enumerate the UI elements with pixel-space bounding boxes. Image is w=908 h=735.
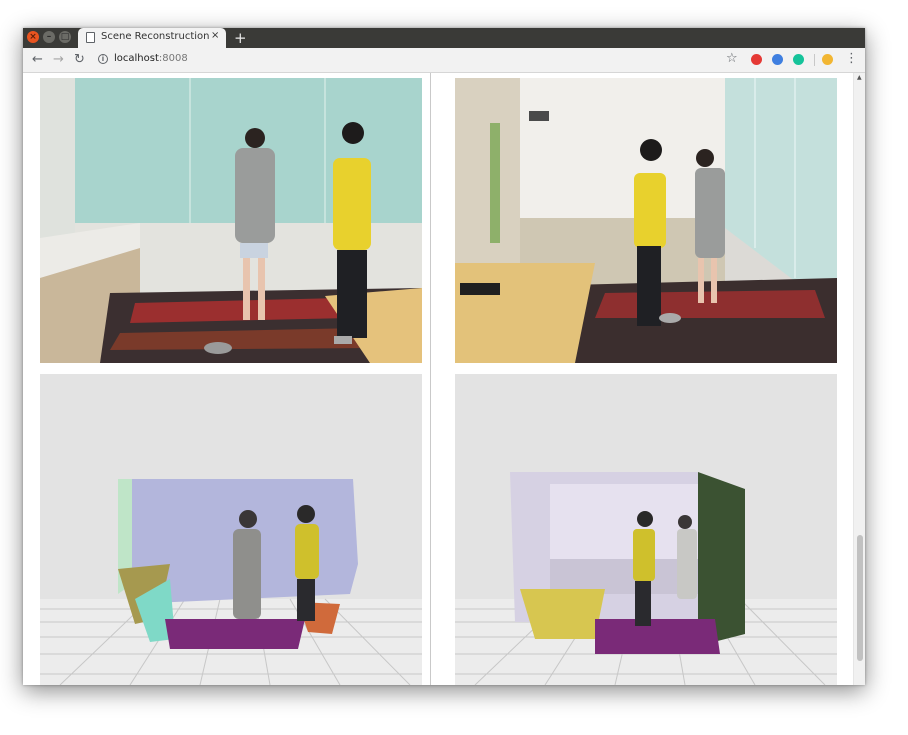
adblock-icon[interactable]	[751, 54, 762, 65]
url-host: localhost	[114, 53, 159, 64]
reconstruction-3d-left	[40, 374, 422, 685]
close-icon: ×	[29, 32, 37, 42]
browser-window: × – □ Scene Reconstruction fro × + ← → ↻…	[23, 28, 865, 685]
title-bar: × – □ Scene Reconstruction fro × +	[23, 28, 865, 48]
reconstruction-3d-left-graphic	[40, 374, 422, 685]
bookmark-star-icon[interactable]: ☆	[726, 51, 738, 66]
window-minimize-button[interactable]: –	[43, 31, 55, 43]
photo-room-right	[455, 78, 837, 363]
reconstruction-3d-right-graphic	[455, 374, 837, 685]
back-button[interactable]: ←	[32, 51, 43, 68]
grammarly-icon[interactable]	[793, 54, 804, 65]
maximize-icon: □	[60, 32, 70, 42]
page-scrollbar[interactable]: ▲	[853, 73, 865, 685]
page-icon	[86, 32, 95, 43]
extension-blue-icon[interactable]	[772, 54, 783, 65]
screen-background: × – □ Scene Reconstruction fro × + ← → ↻…	[0, 0, 908, 735]
photo-room-left-graphic	[40, 78, 422, 363]
browser-tab[interactable]: Scene Reconstruction fro ×	[78, 28, 226, 48]
tab-close-button[interactable]: ×	[211, 30, 219, 41]
minimize-icon: –	[46, 32, 52, 42]
site-info-icon[interactable]: i	[98, 54, 108, 64]
window-close-button[interactable]: ×	[27, 31, 39, 43]
window-maximize-button[interactable]: □	[59, 31, 71, 43]
scrollbar-thumb[interactable]	[857, 535, 863, 661]
column-divider	[430, 73, 431, 685]
toolbar-separator	[814, 54, 815, 66]
tab-title: Scene Reconstruction fro	[101, 31, 211, 42]
scroll-up-arrow-icon[interactable]: ▲	[857, 74, 862, 81]
browser-toolbar: ← → ↻ i localhost:8008 ☆ ⋮	[23, 48, 865, 73]
photo-room-right-graphic	[455, 78, 837, 363]
extension-yellow-icon[interactable]	[822, 54, 833, 65]
new-tab-button[interactable]: +	[234, 28, 247, 48]
address-bar[interactable]: localhost:8008	[114, 53, 188, 64]
url-port: :8008	[158, 53, 188, 64]
reconstruction-3d-right	[455, 374, 837, 685]
photo-room-left	[40, 78, 422, 363]
page-viewport: ▲	[23, 73, 865, 685]
forward-button[interactable]: →	[53, 51, 64, 68]
browser-menu-button[interactable]: ⋮	[845, 51, 858, 66]
reload-button[interactable]: ↻	[74, 51, 85, 68]
